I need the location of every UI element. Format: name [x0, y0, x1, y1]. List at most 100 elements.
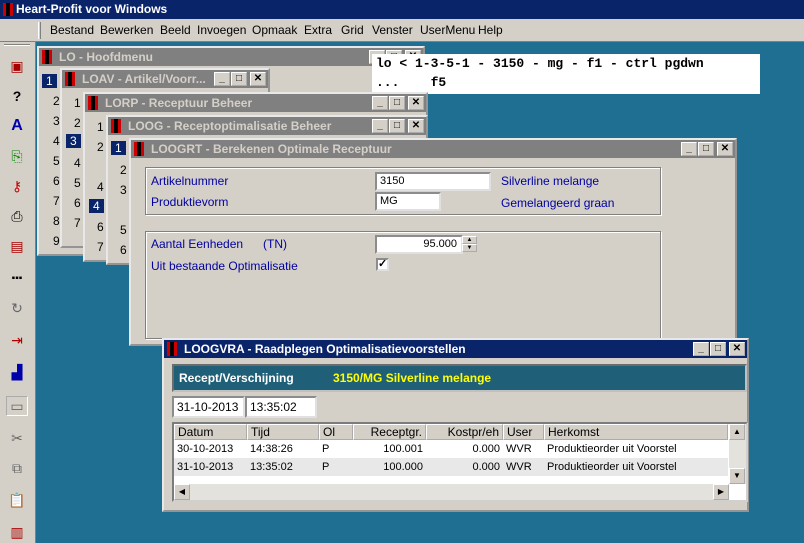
maximize-button[interactable]: □ [698, 142, 714, 156]
cell-user[interactable]: WVR [503, 458, 544, 476]
menu-help[interactable]: Help [478, 23, 503, 37]
close-button[interactable]: ✕ [250, 72, 266, 86]
menu-row[interactable]: 6 [97, 220, 104, 234]
menu-row[interactable]: 7 [53, 194, 60, 208]
close-button[interactable]: ✕ [729, 342, 745, 356]
window-loogrt-berekenen[interactable]: LOOGRT - Berekenen Optimale Receptuur _ □… [129, 138, 737, 346]
maximize-button[interactable]: □ [389, 96, 405, 110]
menu-beeld[interactable]: Beeld [160, 23, 191, 37]
menu-usermenu[interactable]: UserMenu [420, 23, 475, 37]
column-header-herkomst[interactable]: Herkomst [544, 424, 728, 440]
proposals-grid[interactable]: Datum Tijd Ol Receptgr. Kostpr/eh User H… [172, 422, 748, 502]
close-button[interactable]: ✕ [408, 119, 424, 133]
artikelnummer-field[interactable]: 3150 [375, 172, 491, 191]
minimize-button[interactable]: _ [681, 142, 697, 156]
minimize-button[interactable]: _ [372, 96, 388, 110]
cell-herkomst[interactable]: Produktieorder uit Voorstel [544, 458, 728, 476]
scroll-up-icon[interactable]: ▲ [729, 424, 745, 440]
menu-row[interactable]: 2 [120, 163, 127, 177]
menu-row[interactable]: 2 [74, 116, 81, 130]
menu-row[interactable]: 5 [53, 154, 60, 168]
scroll-left-icon[interactable]: ◀ [174, 484, 190, 500]
column-header-kostpr[interactable]: Kostpr/eh [426, 424, 503, 440]
column-header-ol[interactable]: Ol [319, 424, 353, 440]
font-icon[interactable]: A [6, 116, 28, 136]
calendar-icon[interactable]: ▣ [6, 56, 28, 76]
cell-tijd[interactable]: 13:35:02 [247, 458, 319, 476]
help-icon[interactable]: ? [6, 86, 28, 106]
column-header-datum[interactable]: Datum [174, 424, 247, 440]
time-field[interactable]: 13:35:02 [245, 396, 317, 418]
menu-row[interactable]: 4 [53, 134, 60, 148]
document-icon[interactable]: ⎘ [6, 146, 28, 166]
produktievorm-field[interactable]: MG [375, 192, 441, 211]
menu-row[interactable]: 3 [120, 183, 127, 197]
window-titlebar[interactable]: LOOGRT - Berekenen Optimale Receptuur _ □… [131, 140, 735, 158]
menu-row[interactable]: 7 [74, 216, 81, 230]
window-titlebar[interactable]: LOAV - Artikel/Voorr... _ □ ✕ [62, 70, 268, 88]
date-field[interactable]: 31-10-2013 [172, 396, 245, 418]
scroll-down-icon[interactable]: ▼ [729, 468, 745, 484]
close-button[interactable]: ✕ [717, 142, 733, 156]
menu-row[interactable]: 1 [74, 96, 81, 110]
key-icon[interactable]: ⚷ [6, 176, 28, 196]
cell-datum[interactable]: 30-10-2013 [174, 440, 247, 458]
spin-down-icon[interactable]: ▼ [462, 244, 477, 252]
window-loogvra-raadplegen[interactable]: LOOGVRA - Raadplegen Optimalisatievoorst… [162, 338, 749, 512]
cell-receptgr[interactable]: 100.000 [353, 458, 426, 476]
menu-grid[interactable]: Grid [341, 23, 364, 37]
cell-datum[interactable]: 31-10-2013 [174, 458, 247, 476]
menu-row[interactable]: 3 [53, 114, 60, 128]
column-header-receptgr[interactable]: Receptgr. [353, 424, 426, 440]
window-titlebar[interactable]: LOOG - Receptoptimalisatie Beheer _ □ ✕ [108, 117, 426, 135]
horizontal-scrollbar[interactable]: ◀ ▶ [174, 484, 729, 500]
minimize-button[interactable]: _ [693, 342, 709, 356]
menu-bestand[interactable]: Bestand [50, 23, 94, 37]
menu-row[interactable]: 5 [120, 223, 127, 237]
cell-kostpr[interactable]: 0.000 [426, 458, 503, 476]
menu-row[interactable]: 2 [53, 94, 60, 108]
cell-tijd[interactable]: 14:38:26 [247, 440, 319, 458]
menu-row[interactable]: 1 [97, 120, 104, 134]
export-icon[interactable]: ⇥ [6, 330, 28, 350]
cut-icon[interactable]: ✂ [6, 428, 28, 448]
menu-row[interactable]: 5 [74, 176, 81, 190]
paste-icon[interactable]: 📋 [6, 490, 28, 510]
spin-up-icon[interactable]: ▲ [462, 236, 477, 244]
form-icon[interactable]: ▤ [6, 236, 28, 256]
copy-icon[interactable]: ⧉ [6, 458, 28, 478]
cell-user[interactable]: WVR [503, 440, 544, 458]
table-row-selected[interactable]: 31-10-2013 13:35:02 P 100.000 0.000 WVR … [174, 458, 728, 476]
scroll-right-icon[interactable]: ▶ [713, 484, 729, 500]
cell-ol[interactable]: P [319, 440, 353, 458]
close-button[interactable]: ✕ [408, 96, 424, 110]
eenheden-spinner[interactable]: ▲ ▼ [462, 236, 477, 253]
window-titlebar[interactable]: LO - Hoofdmenu _□✕ [39, 48, 423, 66]
menu-row[interactable]: 6 [53, 174, 60, 188]
clipboard-icon[interactable]: ▥ [6, 522, 28, 542]
window-icon[interactable]: ▭ [6, 396, 28, 416]
maximize-button[interactable]: □ [389, 119, 405, 133]
menu-opmaak[interactable]: Opmaak [252, 23, 297, 37]
menu-row-selected[interactable]: 3 [66, 134, 81, 148]
menu-invoegen[interactable]: Invoegen [197, 23, 246, 37]
menu-row[interactable]: 8 [53, 214, 60, 228]
refresh-icon[interactable]: ↻ [6, 298, 28, 318]
printer-icon[interactable]: ⎙ [6, 206, 28, 226]
menu-row[interactable]: 6 [74, 196, 81, 210]
minimize-button[interactable]: _ [372, 119, 388, 133]
cell-kostpr[interactable]: 0.000 [426, 440, 503, 458]
menu-row[interactable]: 1 [42, 74, 57, 88]
menu-row[interactable]: 2 [97, 140, 104, 154]
menu-row[interactable]: 6 [120, 243, 127, 257]
menu-bewerken[interactable]: Bewerken [100, 23, 153, 37]
column-header-tijd[interactable]: Tijd [247, 424, 319, 440]
eenheden-field[interactable]: 95.000 [375, 235, 463, 254]
cell-herkomst[interactable]: Produktieorder uit Voorstel [544, 440, 728, 458]
menu-venster[interactable]: Venster [372, 23, 413, 37]
dots-icon[interactable]: ▪▪▪ [6, 268, 28, 288]
menu-row[interactable]: 4 [97, 180, 104, 194]
menu-row-selected[interactable]: 4 [89, 199, 104, 213]
minimize-button[interactable]: _ [214, 72, 230, 86]
cell-receptgr[interactable]: 100.001 [353, 440, 426, 458]
